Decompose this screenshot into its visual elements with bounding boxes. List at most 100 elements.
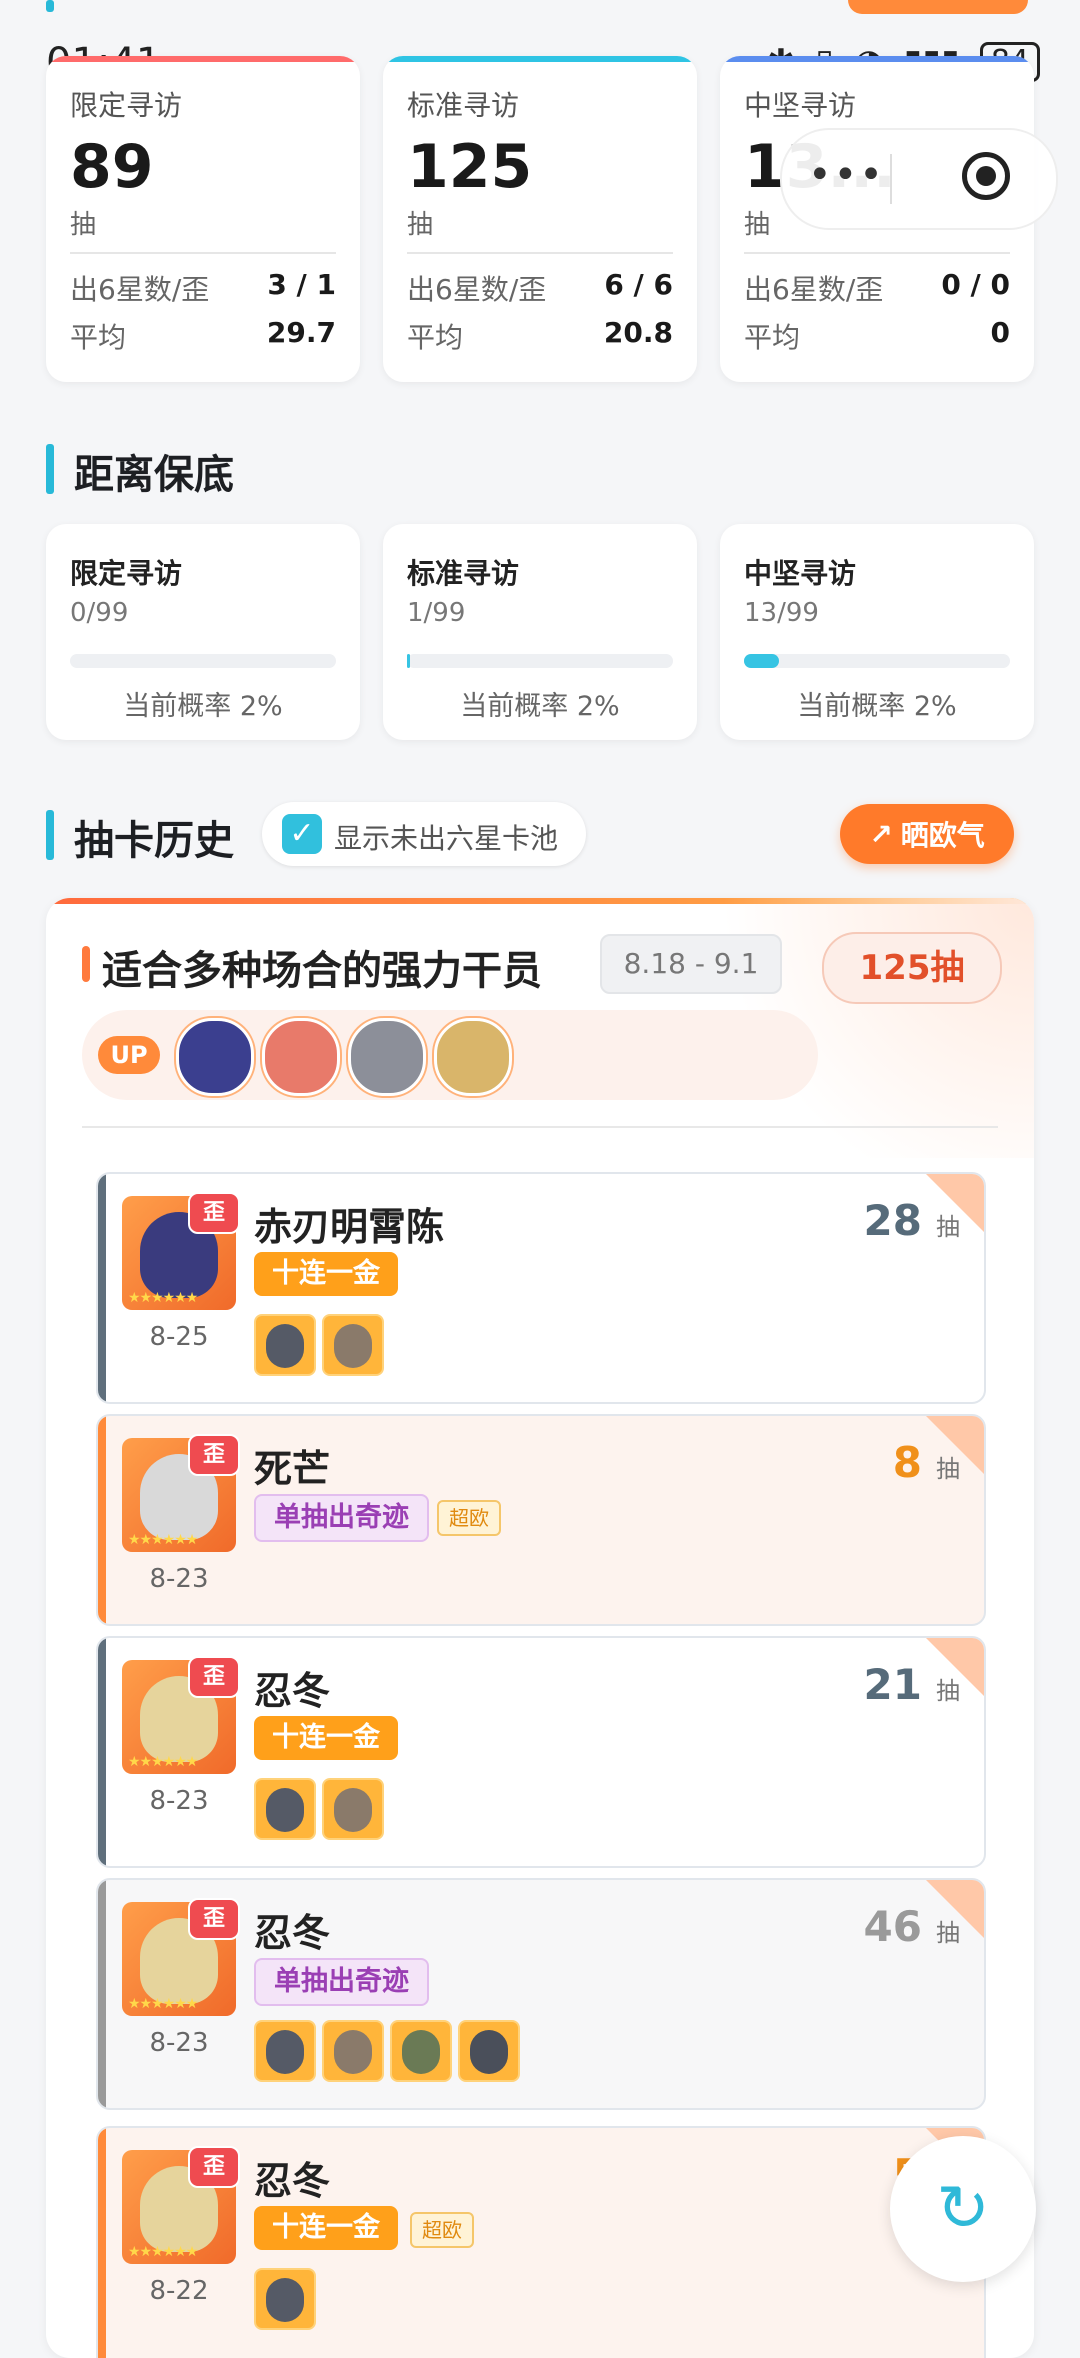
pulled-operator-icon[interactable] — [458, 2020, 520, 2082]
pity-progress-fill — [744, 654, 779, 668]
checkbox-checked-icon[interactable]: ✓ — [282, 814, 322, 854]
mini-program-capsule[interactable]: ••• — [780, 128, 1058, 230]
pulled-operator-icon[interactable] — [322, 1778, 384, 1840]
operator-name: 忍冬 — [254, 2159, 331, 2203]
card-accent — [46, 56, 360, 62]
card-accent — [720, 56, 1034, 62]
pull-date: 8-25 — [149, 1322, 209, 1352]
six-star-row: 出6星数/歪 6 / 6 — [407, 268, 673, 308]
six-label: 出6星数/歪 — [407, 273, 547, 306]
pulled-operator-icon[interactable] — [254, 1778, 316, 1840]
pity-progress-fill — [407, 654, 411, 668]
pity-card: 限定寻访 0/99 当前概率 2% — [46, 524, 360, 740]
luck-tag: 十连一金 — [254, 1716, 398, 1760]
stat-card: 限定寻访 89 抽 出6星数/歪 3 / 1 平均 29.7 — [46, 56, 360, 382]
share-luck-button[interactable]: ↗ 晒欧气 — [840, 804, 1014, 864]
card-accent — [383, 56, 697, 62]
pull-date: 8-23 — [149, 2028, 209, 2058]
pulled-operator-icon[interactable] — [254, 2268, 316, 2330]
avg-value: 29.7 — [266, 316, 336, 349]
luck-tag: 十连一金 — [254, 1252, 398, 1296]
pity-card: 中坚寻访 13/99 当前概率 2% — [720, 524, 1034, 740]
pull-count: 8抽 — [893, 1438, 960, 1487]
pull-record-card[interactable]: ★★★★★★ 歪 8-23 死芒 单抽出奇迹 超欧 8抽 — [96, 1414, 986, 1626]
share-label: 晒欧气 — [900, 819, 985, 852]
six-label: 出6星数/歪 — [70, 273, 210, 306]
up-avatar-4[interactable] — [434, 1018, 512, 1096]
avg-label: 平均 — [407, 321, 464, 354]
section-bar-history — [46, 810, 54, 860]
pity-card-name: 限定寻访 — [70, 557, 183, 590]
card-name: 中坚寻访 — [744, 89, 857, 122]
pull-count: 46 抽 — [864, 1902, 960, 1951]
pull-unit: 抽 — [936, 1213, 960, 1241]
pull-record-card[interactable]: ★★★★★★ 歪 8-25 赤刃明霄陈 十连一金 28 抽 — [96, 1172, 986, 1404]
pulled-operator-icon[interactable] — [390, 2020, 452, 2082]
total-pulls: 89 — [70, 132, 154, 202]
pool-title-mark — [82, 946, 90, 982]
record-side-bar — [98, 1174, 106, 1402]
more-icon[interactable]: ••• — [808, 152, 885, 198]
pulled-operator-icon[interactable] — [254, 2020, 316, 2082]
up-avatar-1[interactable] — [176, 1018, 254, 1096]
section-accent-bar — [46, 0, 54, 12]
record-icon[interactable] — [962, 152, 1010, 200]
up-avatar-3[interactable] — [348, 1018, 426, 1096]
pull-count: 28 抽 — [864, 1196, 960, 1245]
pity-card: 标准寻访 1/99 当前概率 2% — [383, 524, 697, 740]
total-pulls: 125 — [407, 132, 533, 202]
super-luck-tag: 超欧 — [410, 2212, 474, 2248]
pity-card-name: 标准寻访 — [407, 557, 520, 590]
avg-label: 平均 — [70, 321, 127, 354]
pull-record-card[interactable]: ★★★★★★ 歪 8-22 忍冬 十连一金 超欧 5抽 — [96, 2126, 986, 2358]
share-icon: ↗ — [869, 817, 893, 851]
show-no-six-toggle[interactable]: ✓ 显示未出六星卡池 — [262, 802, 586, 866]
pull-unit: 抽 — [407, 210, 434, 240]
record-side-bar — [98, 1880, 106, 2108]
pull-record-card[interactable]: ★★★★★★ 歪 8-23 忍冬 十连一金 21 抽 — [96, 1636, 986, 1868]
current-probability: 当前概率 2% — [123, 691, 283, 722]
refresh-button[interactable]: ↻ — [890, 2136, 1036, 2282]
six-value: 3 / 1 — [267, 268, 336, 301]
pool-panel: 适合多种场合的强力干员 8.18 - 9.1 125抽 UP ★★★★★★ 歪 … — [46, 898, 1034, 2358]
luck-tag: 单抽出奇迹 — [254, 1494, 429, 1542]
pulled-operator-icon[interactable] — [322, 2020, 384, 2082]
capsule-divider — [890, 154, 892, 204]
pity-card-name: 中坚寻访 — [744, 557, 857, 590]
pity-count: 0/99 — [70, 598, 129, 628]
pulled-operator-icon[interactable] — [322, 1314, 384, 1376]
six-label: 出6星数/歪 — [744, 273, 884, 306]
pull-number: 46 — [863, 1902, 922, 1951]
pull-record-card[interactable]: ★★★★★★ 歪 8-23 忍冬 单抽出奇迹 46 抽 — [96, 1878, 986, 2110]
luck-tag: 单抽出奇迹 — [254, 1958, 429, 2006]
pull-number: 28 — [863, 1196, 922, 1245]
six-star-row: 出6星数/歪 0 / 0 — [744, 268, 1010, 308]
section-title-pity: 距离保底 — [74, 452, 234, 498]
avg-row: 平均 0 — [744, 316, 1010, 356]
avg-value: 20.8 — [603, 316, 673, 349]
pull-unit: 抽 — [70, 210, 97, 240]
avg-value: 0 — [990, 316, 1010, 349]
panel-divider — [82, 1126, 998, 1128]
pity-count: 1/99 — [407, 598, 466, 628]
six-star-row: 出6星数/歪 3 / 1 — [70, 268, 336, 308]
pool-title: 适合多种场合的强力干员 — [102, 948, 542, 994]
section-title-history: 抽卡历史 — [74, 818, 234, 864]
stat-card: 标准寻访 125 抽 出6星数/歪 6 / 6 平均 20.8 — [383, 56, 697, 382]
pull-count: 21 抽 — [864, 1660, 960, 1709]
rarity-stars: ★★★★★★ — [128, 1996, 198, 2012]
card-name: 标准寻访 — [407, 89, 520, 122]
up-avatar-2[interactable] — [262, 1018, 340, 1096]
record-side-bar — [98, 1416, 106, 1624]
pull-unit: 抽 — [936, 1677, 960, 1705]
six-value: 6 / 6 — [604, 268, 673, 301]
pull-number: 21 — [863, 1660, 922, 1709]
off-banner-badge: 歪 — [188, 1434, 240, 1476]
avg-label: 平均 — [744, 321, 801, 354]
top-orange-button[interactable] — [848, 0, 1028, 14]
pity-count: 13/99 — [744, 598, 819, 628]
operator-name: 忍冬 — [254, 1911, 331, 1955]
pulled-operator-icon[interactable] — [254, 1314, 316, 1376]
pull-unit: 抽 — [936, 1919, 960, 1947]
six-value: 0 / 0 — [941, 268, 1010, 301]
